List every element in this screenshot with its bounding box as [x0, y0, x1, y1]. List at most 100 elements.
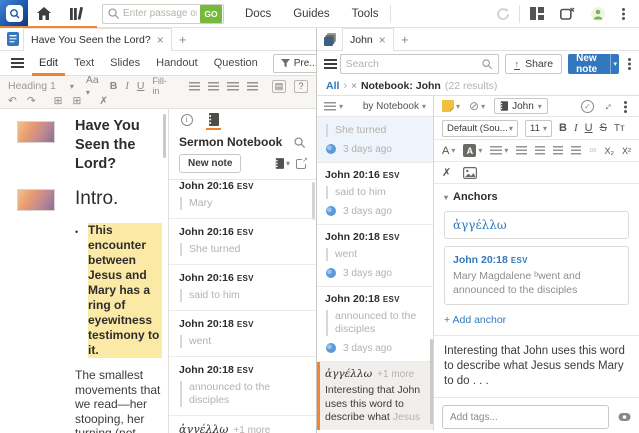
share-button[interactable]: Share	[505, 54, 563, 74]
note-list-item[interactable]: John 20:18ESV went	[169, 311, 316, 357]
strikethrough-button[interactable]: S	[600, 122, 607, 134]
decrease-indent-icon[interactable]	[553, 146, 563, 155]
add-anchor-link[interactable]: + Add anchor	[444, 314, 629, 326]
mark-done-icon[interactable]	[581, 100, 594, 113]
notebook-select-dropdown[interactable]	[275, 158, 290, 169]
align-dropdown[interactable]	[490, 146, 508, 155]
tab-question[interactable]: Question	[207, 51, 265, 76]
sermon-tab[interactable]: Have You Seen the Lord?	[23, 28, 172, 51]
new-note-button[interactable]: New note	[568, 54, 619, 74]
list-view-dropdown[interactable]	[324, 102, 343, 111]
app-menu-button[interactable]	[615, 0, 633, 28]
menu-guides[interactable]: Guides	[282, 0, 340, 28]
numbered-list-icon[interactable]	[535, 146, 545, 155]
filter-all-link[interactable]: All	[326, 80, 339, 92]
sort-dropdown[interactable]: by Notebook	[363, 101, 426, 112]
tab-slides[interactable]: Slides	[103, 51, 147, 76]
sidebar-tab-info[interactable]	[179, 114, 194, 130]
paragraph-style-dropdown[interactable]: Heading 1	[8, 80, 78, 92]
bold-button[interactable]: B	[110, 80, 118, 92]
numbered-list-icon[interactable]	[208, 82, 219, 91]
text-color-dropdown[interactable]: A	[442, 145, 455, 157]
notes-panel-menu[interactable]	[324, 59, 334, 69]
slide-thumbnail[interactable]	[17, 189, 55, 211]
tab-text[interactable]: Text	[67, 51, 101, 76]
font-size-dropdown[interactable]: 11	[525, 120, 552, 137]
library-button[interactable]	[60, 0, 94, 28]
note-indicator-dropdown[interactable]	[469, 99, 485, 113]
search-icon[interactable]	[293, 136, 306, 149]
bold-button[interactable]: B	[559, 122, 567, 134]
highlight-color-dropdown[interactable]: A	[463, 144, 482, 157]
insert-image-icon[interactable]	[463, 167, 477, 179]
open-floating-icon[interactable]	[296, 159, 306, 169]
note-list-item-lemma[interactable]: ἀγγέλλω+1 more Interesting that John use…	[169, 416, 316, 433]
new-tab-button[interactable]	[394, 28, 416, 50]
global-search-box[interactable]: GO	[102, 4, 224, 24]
decrease-indent-icon[interactable]	[227, 82, 238, 91]
menu-tools[interactable]: Tools	[341, 0, 390, 28]
visibility-icon[interactable]	[618, 412, 631, 422]
notes-search-input[interactable]	[346, 58, 481, 70]
bullet-list-icon[interactable]	[516, 146, 526, 155]
underline-button[interactable]: U	[137, 80, 145, 92]
increase-indent-icon[interactable]	[571, 146, 581, 155]
clear-formatting-icon[interactable]	[442, 166, 451, 179]
fill-in-button[interactable]: Fill-in	[152, 76, 172, 96]
tab-edit[interactable]: Edit	[32, 51, 65, 76]
sidebar-tab-notebook[interactable]	[206, 113, 221, 130]
expand-icon[interactable]	[599, 98, 615, 114]
close-icon[interactable]	[379, 33, 386, 47]
layouts-button[interactable]	[524, 0, 550, 28]
anchors-header[interactable]: Anchors	[444, 191, 629, 203]
notes-tab[interactable]: John	[342, 28, 394, 51]
notebook-assignment-dropdown[interactable]: John	[494, 98, 548, 114]
note-more-menu[interactable]	[621, 100, 631, 113]
note-list-item[interactable]: She turned 3 days ago	[317, 117, 433, 163]
clear-formatting-icon[interactable]	[99, 95, 108, 107]
superscript-button[interactable]: X²	[622, 146, 631, 156]
increase-indent-icon[interactable]	[247, 82, 258, 91]
note-list-item-selected[interactable]: ἀγγέλλω+1 more Interesting that John use…	[317, 362, 433, 430]
bullet-list-icon[interactable]	[189, 82, 200, 91]
notes-list-scrollbar[interactable]	[430, 339, 433, 424]
slide-layout-icon[interactable]	[272, 80, 286, 93]
new-tab-button[interactable]	[172, 28, 194, 50]
subscript-button[interactable]: X₂	[604, 146, 614, 156]
insert-media-icon[interactable]	[72, 95, 81, 107]
note-list-item[interactable]: John 20:16ESV She turned	[169, 219, 316, 265]
panel-menu-button[interactable]	[6, 49, 30, 77]
note-list-item[interactable]: John 20:16ESV said to him 3 days ago	[317, 163, 433, 225]
sync-button[interactable]	[491, 0, 515, 28]
slide-thumbnail[interactable]	[17, 121, 55, 143]
text-case-button[interactable]: Tт	[614, 123, 625, 134]
italic-button[interactable]: I	[574, 122, 578, 134]
note-list-item[interactable]: John 20:16ESV said to him	[169, 265, 316, 311]
tags-input[interactable]	[442, 405, 609, 429]
undo-icon[interactable]	[8, 95, 17, 107]
tab-handout[interactable]: Handout	[149, 51, 205, 76]
italic-button[interactable]: I	[125, 81, 129, 92]
notes-more-menu[interactable]	[625, 57, 632, 71]
note-style-dropdown[interactable]	[442, 100, 460, 112]
home-button[interactable]	[28, 0, 60, 28]
link-icon[interactable]: ∞	[589, 145, 596, 156]
close-icon[interactable]	[157, 33, 164, 47]
close-floating-windows-button[interactable]	[554, 0, 581, 28]
new-note-dropdown[interactable]	[610, 54, 619, 74]
note-list-item[interactable]: John 20:16ESV Mary	[169, 179, 316, 219]
document-scrollbar[interactable]	[163, 114, 166, 158]
anchor-lemma-chip[interactable]: ἀγγέλλω	[444, 211, 629, 239]
menu-docs[interactable]: Docs	[234, 0, 282, 28]
insert-slide-icon[interactable]	[54, 95, 63, 107]
go-button[interactable]: GO	[200, 5, 222, 23]
redo-icon[interactable]	[27, 95, 36, 107]
font-family-dropdown[interactable]: Default (Sou...	[442, 120, 518, 137]
note-body-editor[interactable]: Interesting that John uses this word to …	[434, 335, 639, 397]
note-list-item[interactable]: John 20:18ESV went 3 days ago	[317, 225, 433, 287]
anchor-reference-card[interactable]: John 20:18ESV Mary Magdalene ᵇwent and a…	[444, 246, 629, 305]
remove-filter-icon[interactable]	[351, 81, 357, 92]
account-button[interactable]	[585, 0, 611, 28]
underline-button[interactable]: U	[585, 122, 593, 134]
sidebar-new-note-button[interactable]: New note	[179, 154, 241, 173]
